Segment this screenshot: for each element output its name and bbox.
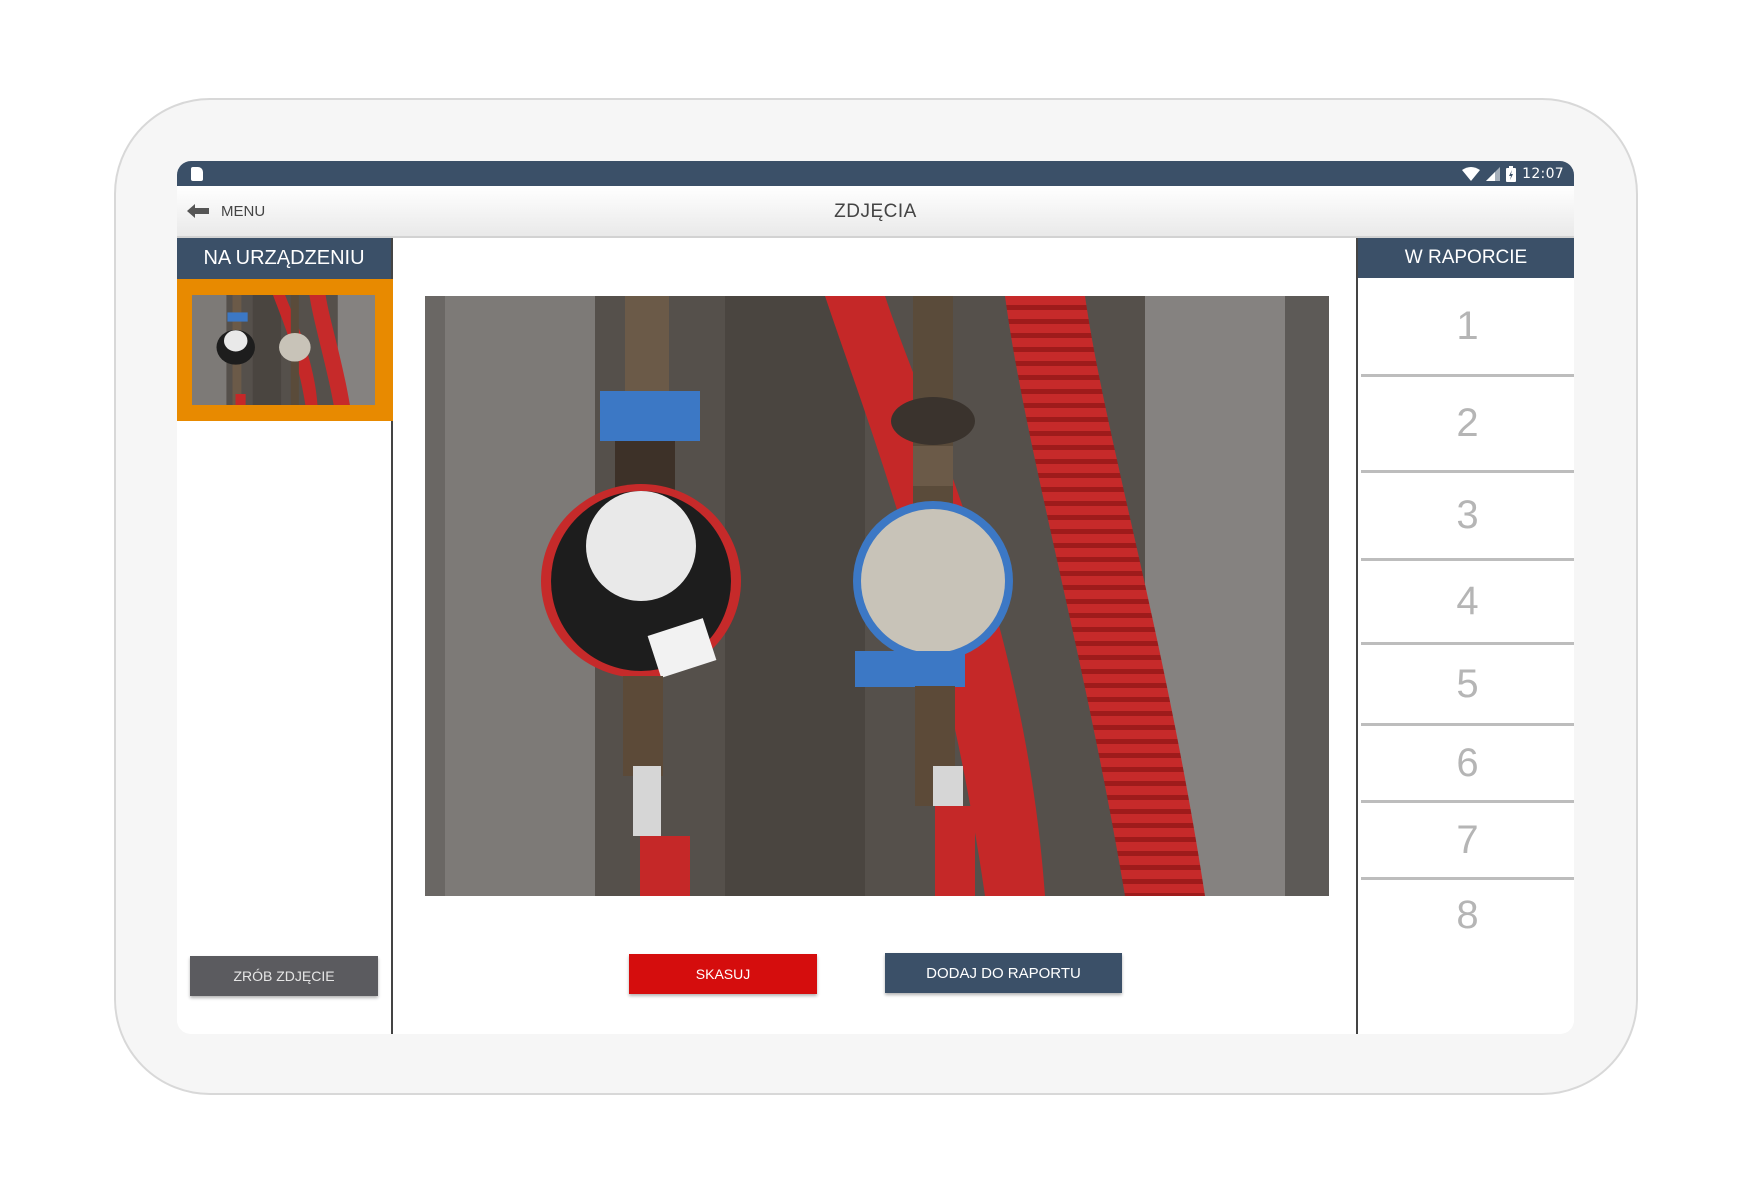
photo-thumbnail-image: [192, 295, 375, 405]
report-slot-4[interactable]: 4: [1361, 561, 1574, 645]
report-slot-8[interactable]: 8: [1361, 880, 1574, 950]
report-photos-panel: W RAPORCIE 1 2 3 4 5 6 7 8: [1356, 238, 1574, 1034]
app-bar: MENU ZDJĘCIA: [177, 186, 1574, 238]
menu-label: MENU: [221, 202, 266, 220]
sd-card-icon: [191, 166, 203, 181]
menu-back-button[interactable]: MENU: [187, 198, 265, 224]
report-slot-7[interactable]: 7: [1361, 803, 1574, 880]
selected-photo-preview: [425, 296, 1329, 896]
battery-icon: [1506, 165, 1517, 182]
status-bar: 12:07: [177, 161, 1574, 186]
arrow-left-icon: [187, 204, 209, 218]
add-to-report-button[interactable]: DODAJ DO RAPORTU: [885, 953, 1122, 993]
take-photo-button[interactable]: ZRÓB ZDJĘCIE: [190, 956, 378, 996]
delete-button[interactable]: SKASUJ: [629, 954, 817, 994]
photo-thumbnail-selected[interactable]: [177, 279, 393, 421]
report-photos-header: W RAPORCIE: [1358, 238, 1574, 278]
wifi-icon: [1462, 166, 1481, 181]
report-slot-3[interactable]: 3: [1361, 473, 1574, 561]
report-slot-5[interactable]: 5: [1361, 645, 1574, 726]
status-icons: 12:07: [1462, 165, 1564, 182]
photo-preview-area: SKASUJ DODAJ DO RAPORTU: [393, 238, 1356, 1034]
report-slot-1[interactable]: 1: [1361, 278, 1574, 377]
clock: 12:07: [1522, 165, 1564, 182]
device-photos-panel: NA URZĄDZENIU ZRÓB ZDJĘCIE: [177, 238, 393, 1034]
signal-icon: [1486, 166, 1501, 181]
page-title: ZDJĘCIA: [834, 201, 917, 222]
report-slot-2[interactable]: 2: [1361, 377, 1574, 473]
tablet-screen: 12:07 MENU ZDJĘCIA NA URZĄDZENIU ZRÓB ZD…: [177, 161, 1574, 1034]
device-photos-header: NA URZĄDZENIU: [177, 238, 391, 279]
report-slot-6[interactable]: 6: [1361, 726, 1574, 803]
